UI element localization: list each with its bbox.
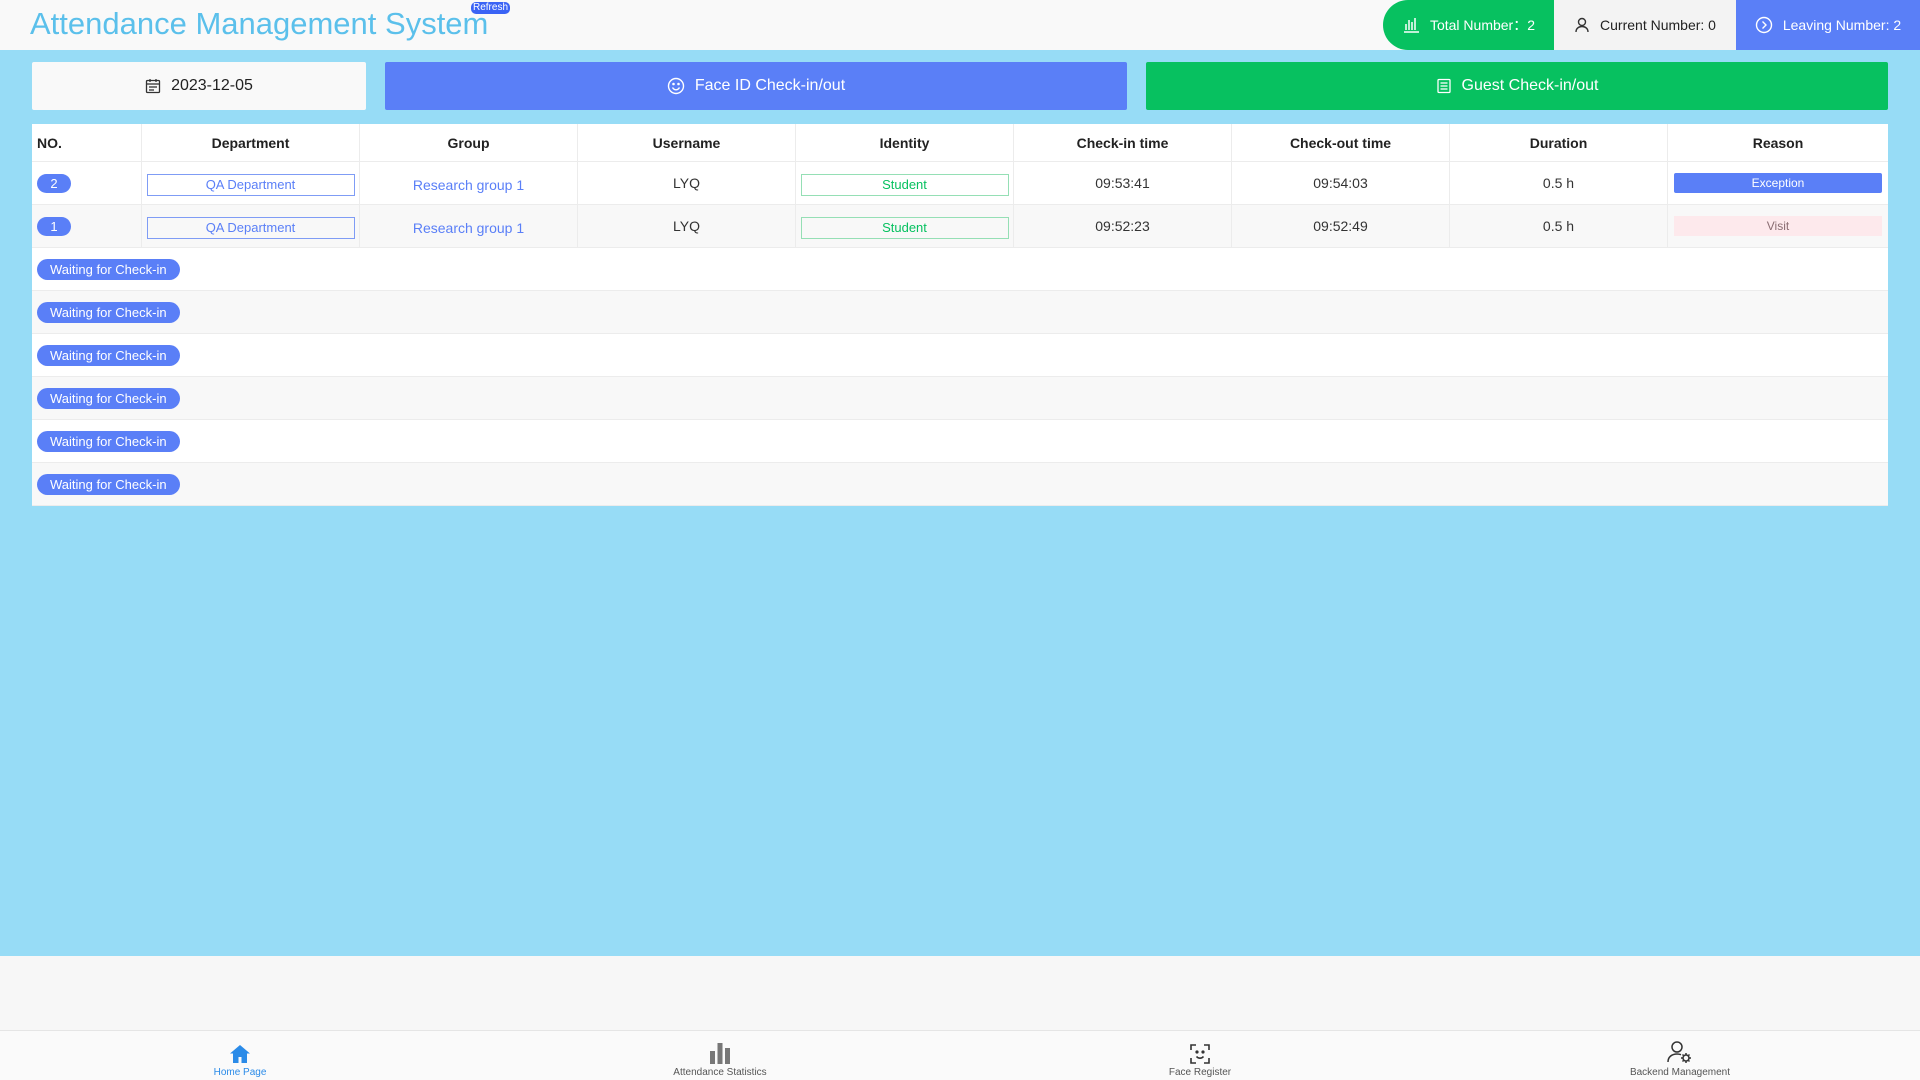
refresh-button[interactable]: Refresh	[471, 2, 511, 14]
attendance-table: NO. Department Group Username Identity C…	[32, 124, 1888, 506]
waiting-badge: Waiting for Check-in	[37, 473, 180, 495]
column-header-department: Department	[142, 124, 360, 161]
top-header: Attendance Management System Refresh Tot…	[0, 0, 1920, 50]
face-scan-icon	[1190, 1044, 1210, 1064]
username-cell: LYQ	[578, 205, 796, 247]
checkin-time-cell: 09:53:41	[1014, 162, 1232, 204]
leaving-number-label: Leaving Number: 2	[1782, 17, 1902, 33]
column-header-duration: Duration	[1450, 124, 1668, 161]
current-number-stat: Current Number: 0	[1554, 0, 1736, 50]
smile-icon	[667, 77, 685, 95]
table-row[interactable]: 1 QA Department Research group 1 LYQ Stu…	[32, 205, 1888, 248]
calendar-icon	[145, 79, 161, 94]
document-icon	[1436, 78, 1451, 94]
waiting-badge: Waiting for Check-in	[37, 430, 180, 452]
nav-backend-management-label: Backend Management	[1629, 1067, 1731, 1078]
table-row[interactable]: 2 QA Department Research group 1 LYQ Stu…	[32, 162, 1888, 205]
identity-tag: Student	[800, 216, 1009, 239]
checkout-time-cell: 09:54:03	[1232, 162, 1450, 204]
duration-cell: 0.5 h	[1450, 162, 1668, 204]
nav-home-label: Home Page	[213, 1067, 267, 1078]
nav-attendance-statistics-label: Attendance Statistics	[673, 1067, 767, 1078]
total-number-label: Total Number：2	[1429, 17, 1536, 33]
guest-checkin-button[interactable]: Guest Check-in/out	[1146, 62, 1888, 110]
checkout-time-cell: 09:52:49	[1232, 205, 1450, 247]
column-header-reason: Reason	[1752, 134, 1804, 151]
waiting-row: Waiting for Check-in	[32, 463, 1888, 506]
bar-chart-icon	[1403, 18, 1419, 33]
waiting-row: Waiting for Check-in	[32, 334, 1888, 377]
checkin-time-cell: 09:52:23	[1014, 205, 1232, 247]
identity-tag: Student	[800, 173, 1009, 196]
reason-badge[interactable]: Exception	[1674, 173, 1882, 193]
group-label: Research group 1	[412, 176, 525, 193]
user-icon	[1575, 17, 1589, 33]
total-number-stat: Total Number：2	[1383, 0, 1554, 50]
row-number-badge: 1	[37, 216, 71, 236]
nav-face-register[interactable]: Face Register	[960, 1031, 1440, 1080]
user-settings-icon	[1667, 1041, 1691, 1063]
leaving-number-stat: Leaving Number: 2	[1736, 0, 1920, 50]
column-header-identity: Identity	[796, 124, 1014, 161]
waiting-badge: Waiting for Check-in	[37, 387, 180, 409]
waiting-badge: Waiting for Check-in	[37, 344, 180, 366]
nav-attendance-statistics[interactable]: Attendance Statistics	[480, 1031, 960, 1080]
bottom-navigation: Home Page Attendance Statistics Face Reg…	[0, 1030, 1920, 1080]
column-header-group: Group	[360, 124, 578, 161]
column-header-username: Username	[578, 124, 796, 161]
guest-label: Guest Check-in/out	[1461, 77, 1599, 94]
column-header-checkin-time: Check-in time	[1014, 124, 1232, 161]
group-label: Research group 1	[412, 219, 525, 236]
date-label: 2023-12-05	[171, 77, 253, 94]
username-cell: LYQ	[578, 162, 796, 204]
nav-home[interactable]: Home Page	[0, 1031, 480, 1080]
row-number-badge: 2	[37, 173, 71, 193]
column-header-checkout-time: Check-out time	[1232, 124, 1450, 161]
main-area: 2023-12-05 Face ID Check-in/out Guest Ch…	[0, 50, 1920, 956]
table-header: NO. Department Group Username Identity C…	[32, 124, 1888, 162]
department-tag: QA Department	[146, 173, 355, 196]
waiting-row: Waiting for Check-in	[32, 248, 1888, 291]
app-title: Attendance Management System	[30, 6, 489, 41]
face-id-label: Face ID Check-in/out	[694, 77, 846, 94]
department-tag: QA Department	[146, 216, 355, 239]
face-id-checkin-button[interactable]: Face ID Check-in/out	[385, 62, 1127, 110]
column-header-no: NO.	[32, 124, 142, 161]
bar-chart-icon	[710, 1043, 730, 1064]
current-number-label: Current Number: 0	[1600, 17, 1716, 33]
waiting-badge: Waiting for Check-in	[37, 258, 180, 280]
home-icon	[230, 1045, 250, 1063]
duration-cell: 0.5 h	[1450, 205, 1668, 247]
nav-backend-management[interactable]: Backend Management	[1440, 1031, 1920, 1080]
reason-badge[interactable]: Visit	[1674, 216, 1882, 236]
waiting-badge: Waiting for Check-in	[37, 301, 180, 323]
arrow-circle-icon	[1755, 16, 1773, 34]
date-picker-button[interactable]: 2023-12-05	[32, 62, 366, 110]
nav-face-register-label: Face Register	[1168, 1067, 1232, 1078]
waiting-row: Waiting for Check-in	[32, 291, 1888, 334]
waiting-row: Waiting for Check-in	[32, 377, 1888, 420]
waiting-row: Waiting for Check-in	[32, 420, 1888, 463]
